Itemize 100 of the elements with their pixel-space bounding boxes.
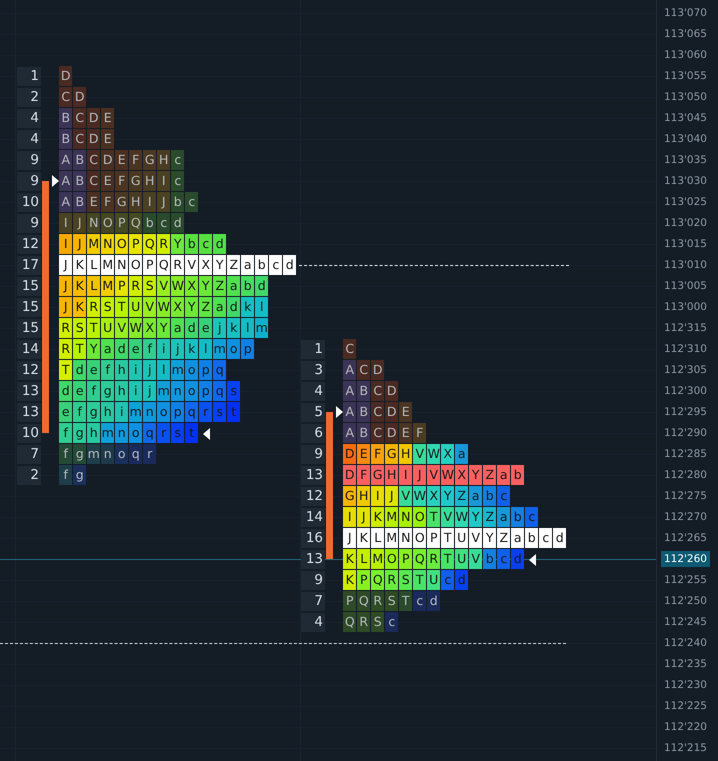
- tpo-cell: p: [171, 402, 184, 422]
- tpo-cell: X: [427, 486, 440, 506]
- tpo-cell: J: [73, 213, 86, 233]
- tpo-cell: Z: [227, 255, 240, 275]
- tpo-cell: T: [441, 549, 454, 569]
- tpo-cell: W: [441, 465, 454, 485]
- tpo-cell: a: [101, 339, 114, 359]
- tpo-cell: N: [115, 255, 128, 275]
- tpo-count: 3: [301, 361, 325, 380]
- tpo-cell: C: [73, 129, 86, 149]
- tpo-cell: D: [385, 381, 398, 401]
- tpo-cell: Q: [343, 612, 356, 632]
- price-label: 113'060: [663, 48, 708, 62]
- tpo-cell: G: [343, 486, 356, 506]
- tpo-cell: f: [87, 381, 100, 401]
- tpo-cell: Z: [455, 486, 468, 506]
- tpo-cell: C: [87, 150, 100, 170]
- tpo-cell: r: [143, 444, 156, 464]
- tpo-cell: P: [129, 234, 142, 254]
- tpo-cell: e: [87, 360, 100, 380]
- tpo-cell: g: [87, 402, 100, 422]
- tpo-cell: J: [343, 528, 356, 548]
- tpo-cell: a: [469, 486, 482, 506]
- tpo-cell: K: [371, 507, 384, 527]
- tpo-cell: V: [469, 528, 482, 548]
- tpo-cell: P: [357, 570, 370, 590]
- tpo-cell: c: [171, 150, 184, 170]
- tpo-cell: W: [427, 444, 440, 464]
- tpo-cell: d: [73, 360, 86, 380]
- tpo-count: 13: [17, 403, 41, 422]
- tpo-cell: Z: [483, 465, 496, 485]
- tpo-cell: Y: [441, 486, 454, 506]
- tpo-cell: q: [185, 402, 198, 422]
- price-label: 112'310: [663, 342, 708, 356]
- tpo-cell: V: [157, 276, 170, 296]
- tpo-cell: c: [539, 528, 552, 548]
- tpo-cell: c: [413, 591, 426, 611]
- tpo-cell: B: [357, 402, 370, 422]
- tpo-cell: g: [73, 423, 86, 443]
- tpo-cell: Q: [413, 549, 426, 569]
- tpo-cell: o: [227, 339, 240, 359]
- tpo-count: 14: [301, 508, 325, 527]
- tpo-cell: F: [413, 423, 426, 443]
- tpo-cell: D: [385, 402, 398, 422]
- tpo-cell: d: [227, 297, 240, 317]
- tpo-cell: O: [413, 528, 426, 548]
- tpo-cell: E: [87, 192, 100, 212]
- tpo-cell: Y: [157, 318, 170, 338]
- tpo-count: 12: [17, 361, 41, 380]
- tpo-cell: h: [115, 381, 128, 401]
- tpo-count: 13: [301, 466, 325, 485]
- tpo-cell: d: [511, 549, 524, 569]
- tpo-cell: H: [129, 192, 142, 212]
- tpo-cell: k: [185, 339, 198, 359]
- tpo-count: 16: [301, 529, 325, 548]
- tpo-cell: I: [399, 465, 412, 485]
- tpo-cell: V: [185, 255, 198, 275]
- tpo-cell: a: [497, 465, 510, 485]
- tpo-cell: W: [455, 507, 468, 527]
- tpo-cell: T: [427, 507, 440, 527]
- tpo-count: 7: [17, 445, 41, 464]
- price-label: 112'235: [663, 656, 708, 672]
- tpo-cell: T: [413, 570, 426, 590]
- tpo-cell: H: [357, 486, 370, 506]
- price-label: 112'225: [663, 698, 708, 714]
- tpo-cell: f: [101, 360, 114, 380]
- tpo-cell: h: [87, 423, 100, 443]
- tpo-cell: Q: [143, 234, 156, 254]
- tpo-cell: l: [199, 339, 212, 359]
- tpo-cell: f: [59, 444, 72, 464]
- tpo-cell: O: [129, 255, 142, 275]
- tpo-cell: m: [101, 423, 114, 443]
- tpo-cell: c: [497, 486, 510, 506]
- tpo-cell: X: [199, 255, 212, 275]
- tpo-cell: s: [213, 402, 226, 422]
- tpo-cell: E: [101, 108, 114, 128]
- tpo-cell: t: [227, 402, 240, 422]
- tpo-cell: q: [129, 444, 142, 464]
- tpo-cell: E: [399, 402, 412, 422]
- price-label: 112'215: [663, 740, 708, 756]
- tpo-cell: E: [101, 171, 114, 191]
- tpo-cell: W: [157, 297, 170, 317]
- tpo-cell: Y: [87, 339, 100, 359]
- tpo-cell: A: [59, 171, 72, 191]
- tpo-cell: P: [427, 528, 440, 548]
- tpo-cell: m: [171, 360, 184, 380]
- tpo-cell: R: [157, 234, 170, 254]
- tpo-cell: a: [511, 528, 524, 548]
- tpo-cell: C: [73, 108, 86, 128]
- tpo-cell: X: [143, 318, 156, 338]
- tpo-cell: c: [269, 255, 282, 275]
- tpo-cell: r: [157, 423, 170, 443]
- tpo-cell: f: [73, 402, 86, 422]
- tpo-cell: S: [399, 570, 412, 590]
- tpo-count: 9: [17, 151, 41, 170]
- tpo-count: 1: [17, 67, 41, 86]
- tpo-cell: G: [143, 150, 156, 170]
- tpo-cell: B: [73, 192, 86, 212]
- tpo-cell: K: [343, 549, 356, 569]
- tpo-cell: L: [87, 255, 100, 275]
